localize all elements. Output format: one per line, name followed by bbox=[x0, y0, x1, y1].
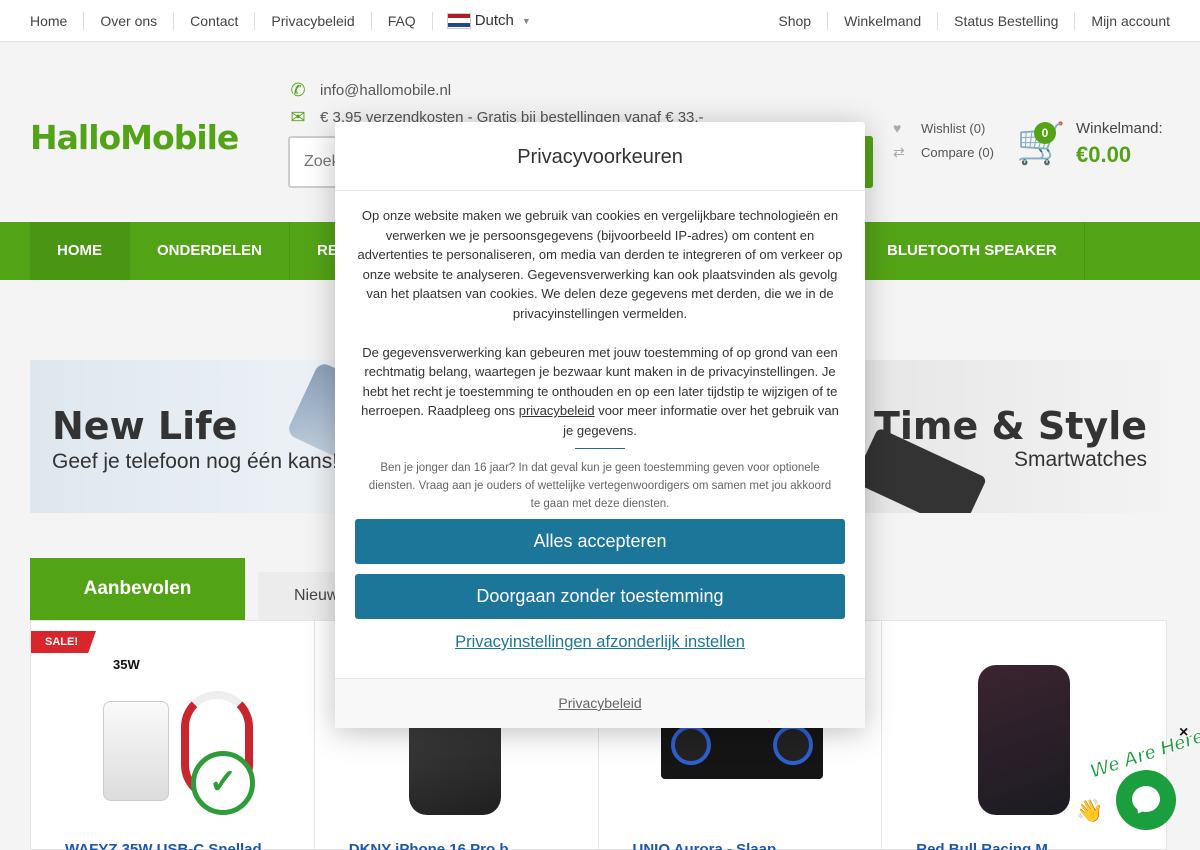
35w-badge: 35W bbox=[113, 657, 140, 672]
cart-label: Winkelmand: bbox=[1076, 120, 1163, 137]
caret-down-icon: ▼ bbox=[521, 15, 531, 26]
top-link-shop[interactable]: Shop bbox=[762, 11, 829, 30]
product-card[interactable]: SALE! 35W ✓ WAFYZ 35W USB-C Snellad bbox=[31, 621, 315, 850]
sale-badge: SALE! bbox=[31, 631, 96, 653]
envelope-icon: ✉ bbox=[290, 107, 306, 127]
privacy-text-2: De gegevensverwerking kan gebeuren met j… bbox=[361, 344, 839, 438]
product-title[interactable]: DKNY iPhone 16 Pro b bbox=[349, 841, 509, 850]
top-link-faq[interactable]: FAQ bbox=[372, 11, 433, 30]
contact-email: ✆ info@hallomobile.nl bbox=[288, 80, 451, 101]
mini-cart[interactable]: 🛒 0 Winkelmand: €0.00 bbox=[1016, 116, 1176, 167]
modal-title: Privacyvoorkeuren bbox=[335, 122, 865, 191]
phone-icon: ✆ bbox=[290, 80, 306, 100]
email-text[interactable]: info@hallomobile.nl bbox=[320, 82, 451, 99]
cart-count-badge: 0 bbox=[1034, 122, 1056, 144]
verified-check-icon: ✓ bbox=[191, 751, 255, 815]
privacy-policy-inline-link[interactable]: privacybeleid bbox=[519, 403, 595, 418]
wishlist-link[interactable]: ♥ Wishlist (0) bbox=[893, 120, 985, 136]
charger-image bbox=[103, 701, 169, 801]
privacy-text-1: Op onze website maken we gebruik van coo… bbox=[357, 208, 843, 321]
compare-link[interactable]: ⇄ Compare (0) bbox=[893, 144, 994, 161]
product-title[interactable]: UNIQ Aurora - Slaap bbox=[633, 841, 777, 850]
top-link-status-bestelling[interactable]: Status Bestelling bbox=[938, 11, 1076, 30]
site-logo[interactable]: HalloMobile bbox=[30, 118, 239, 157]
privacy-modal: Privacyvoorkeuren Op onze website maken … bbox=[335, 122, 865, 728]
top-link-winkelmand[interactable]: Winkelmand bbox=[828, 11, 939, 30]
nav-item-onderdelen[interactable]: ONDERDELEN bbox=[130, 222, 291, 280]
tab-aanbevolen[interactable]: Aanbevolen bbox=[30, 558, 245, 620]
top-link-contact[interactable]: Contact bbox=[174, 11, 256, 30]
dutch-flag-icon bbox=[446, 12, 471, 29]
wave-hand-icon: 👋 bbox=[1076, 798, 1104, 823]
banner-new-life[interactable]: New Life Geef je telefoon nog één kans! bbox=[30, 360, 370, 513]
banner-left-subtitle: Geef je telefoon nog één kans! bbox=[52, 450, 339, 473]
divider bbox=[575, 447, 625, 449]
banner-right-title: Time & Style bbox=[873, 404, 1147, 448]
cart-total: €0.00 bbox=[1076, 142, 1132, 167]
modal-footer: Privacybeleid bbox=[335, 678, 865, 728]
nav-item-home[interactable]: HOME bbox=[30, 222, 130, 280]
top-link-over-ons[interactable]: Over ons bbox=[84, 11, 175, 30]
modal-body: Op onze website maken we gebruik van coo… bbox=[335, 191, 865, 513]
banner-right-subtitle: Smartwatches bbox=[1013, 448, 1147, 471]
phone-case-image bbox=[978, 665, 1071, 815]
top-links-right: Shop Winkelmand Status Bestelling Mijn a… bbox=[762, 11, 1170, 30]
compare-label: Compare (0) bbox=[921, 145, 994, 160]
compare-icon: ⇄ bbox=[893, 144, 905, 160]
top-links-left: Home Over ons Contact Privacybeleid FAQ … bbox=[30, 11, 531, 30]
chat-button[interactable] bbox=[1116, 770, 1176, 830]
product-title[interactable]: WAFYZ 35W USB-C Snellad bbox=[65, 841, 262, 850]
privacy-policy-link[interactable]: Privacybeleid bbox=[558, 695, 641, 711]
top-link-mijn-account[interactable]: Mijn account bbox=[1075, 12, 1170, 30]
age-notice: Ben je jonger dan 16 jaar? In dat geval … bbox=[368, 461, 832, 510]
banner-left-title: New Life bbox=[52, 404, 238, 448]
heart-icon: ♥ bbox=[893, 120, 902, 136]
top-bar: Home Over ons Contact Privacybeleid FAQ … bbox=[0, 0, 1200, 42]
accept-all-button[interactable]: Alles accepteren bbox=[355, 519, 845, 564]
wishlist-label: Wishlist (0) bbox=[921, 120, 986, 136]
language-label: Dutch bbox=[474, 12, 514, 29]
nav-item-bluetooth-speaker[interactable]: BLUETOOTH SPEAKER bbox=[860, 222, 1085, 280]
top-link-privacybeleid[interactable]: Privacybeleid bbox=[255, 11, 372, 30]
product-title[interactable]: Red Bull Racing M bbox=[916, 841, 1048, 850]
privacy-settings-link[interactable]: Privacyinstellingen afzonderlijk instell… bbox=[335, 633, 865, 652]
language-selector[interactable]: Dutch ▼ bbox=[433, 12, 531, 29]
continue-without-consent-button[interactable]: Doorgaan zonder toestemming bbox=[355, 574, 845, 619]
top-link-home[interactable]: Home bbox=[30, 11, 85, 30]
banner-time-style[interactable]: Time & Style Smartwatches bbox=[830, 360, 1167, 513]
